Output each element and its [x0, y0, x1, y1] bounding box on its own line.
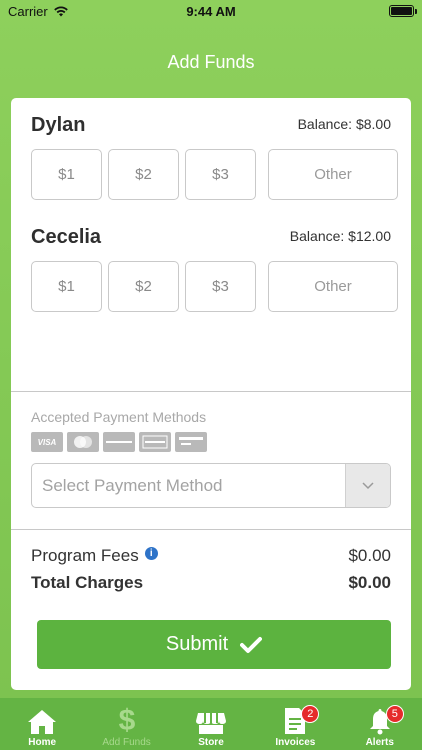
wifi-icon	[53, 5, 68, 16]
accepted-cards: VISA	[31, 432, 207, 452]
student-balance: Balance: $12.00	[289, 228, 391, 244]
tab-label: Alerts	[365, 737, 394, 748]
amount-3-button[interactable]: $3	[185, 149, 256, 200]
total-charges-row: Total Charges $0.00	[31, 573, 391, 593]
program-fees-label: Program Fees	[31, 546, 139, 565]
divider	[11, 529, 411, 530]
payment-method-select[interactable]: Select Payment Method	[31, 463, 391, 508]
checkmark-icon	[240, 636, 263, 653]
amount-3-button[interactable]: $3	[185, 261, 256, 312]
mastercard-icon	[67, 432, 99, 452]
alerts-badge: 5	[385, 705, 404, 723]
amex-icon	[139, 432, 171, 452]
store-icon	[195, 705, 227, 735]
add-funds-card: Dylan Balance: $8.00 $1 $2 $3 Other Cece…	[11, 98, 411, 690]
generic-card-icon	[175, 432, 207, 452]
amount-other-button[interactable]: Other	[268, 261, 398, 312]
amount-2-button[interactable]: $2	[108, 261, 179, 312]
program-fees-row: Program Fees i $0.00	[31, 546, 391, 566]
tab-add-funds[interactable]: $ Add Funds	[85, 705, 169, 748]
discover-icon	[103, 432, 135, 452]
payment-method-placeholder: Select Payment Method	[42, 475, 223, 495]
amount-options: $1 $2 $3 Other	[31, 149, 398, 200]
svg-text:$: $	[118, 705, 135, 735]
home-icon	[27, 705, 57, 735]
amount-1-button[interactable]: $1	[31, 261, 102, 312]
amount-other-button[interactable]: Other	[268, 149, 398, 200]
student-balance: Balance: $8.00	[297, 116, 391, 132]
dollar-icon: $	[117, 705, 137, 735]
amount-1-button[interactable]: $1	[31, 149, 102, 200]
chevron-down-icon[interactable]	[345, 464, 390, 507]
submit-label: Submit	[165, 633, 229, 655]
carrier-label: Carrier	[8, 3, 48, 19]
amount-options: $1 $2 $3 Other	[31, 261, 398, 312]
tab-label: Store	[198, 737, 224, 748]
total-charges-label: Total Charges	[31, 573, 144, 592]
info-icon[interactable]: i	[144, 546, 158, 560]
tab-label: Home	[28, 737, 57, 748]
amount-2-button[interactable]: $2	[108, 149, 179, 200]
battery-icon	[389, 5, 417, 17]
status-left: Carrier	[8, 4, 68, 19]
tab-store[interactable]: Store	[169, 705, 253, 748]
divider	[11, 391, 411, 392]
student-section-dylan: Dylan Balance: $8.00 $1 $2 $3 Other	[31, 114, 398, 224]
payment-methods-label: Accepted Payment Methods	[31, 409, 207, 425]
program-fees-value: $0.00	[348, 546, 391, 565]
visa-icon: VISA	[31, 432, 63, 452]
program-fees-label-wrap: Program Fees i	[31, 546, 158, 566]
tab-bar: Home $ Add Funds Store 2 Invoices 5 Aler…	[0, 698, 422, 750]
tab-alerts[interactable]: 5 Alerts	[338, 705, 422, 748]
tab-invoices[interactable]: 2 Invoices	[253, 705, 337, 748]
invoices-badge: 2	[301, 705, 320, 723]
tab-home[interactable]: Home	[0, 705, 84, 748]
total-charges-value: $0.00	[348, 573, 391, 592]
tab-label: Add Funds	[102, 737, 151, 748]
submit-button[interactable]: Submit	[37, 620, 391, 669]
page-title: Add Funds	[167, 52, 255, 72]
status-bar: Carrier 9:44 AM	[0, 0, 422, 22]
tab-label: Invoices	[275, 737, 316, 748]
student-section-cecelia: Cecelia Balance: $12.00 $1 $2 $3 Other	[31, 226, 398, 336]
